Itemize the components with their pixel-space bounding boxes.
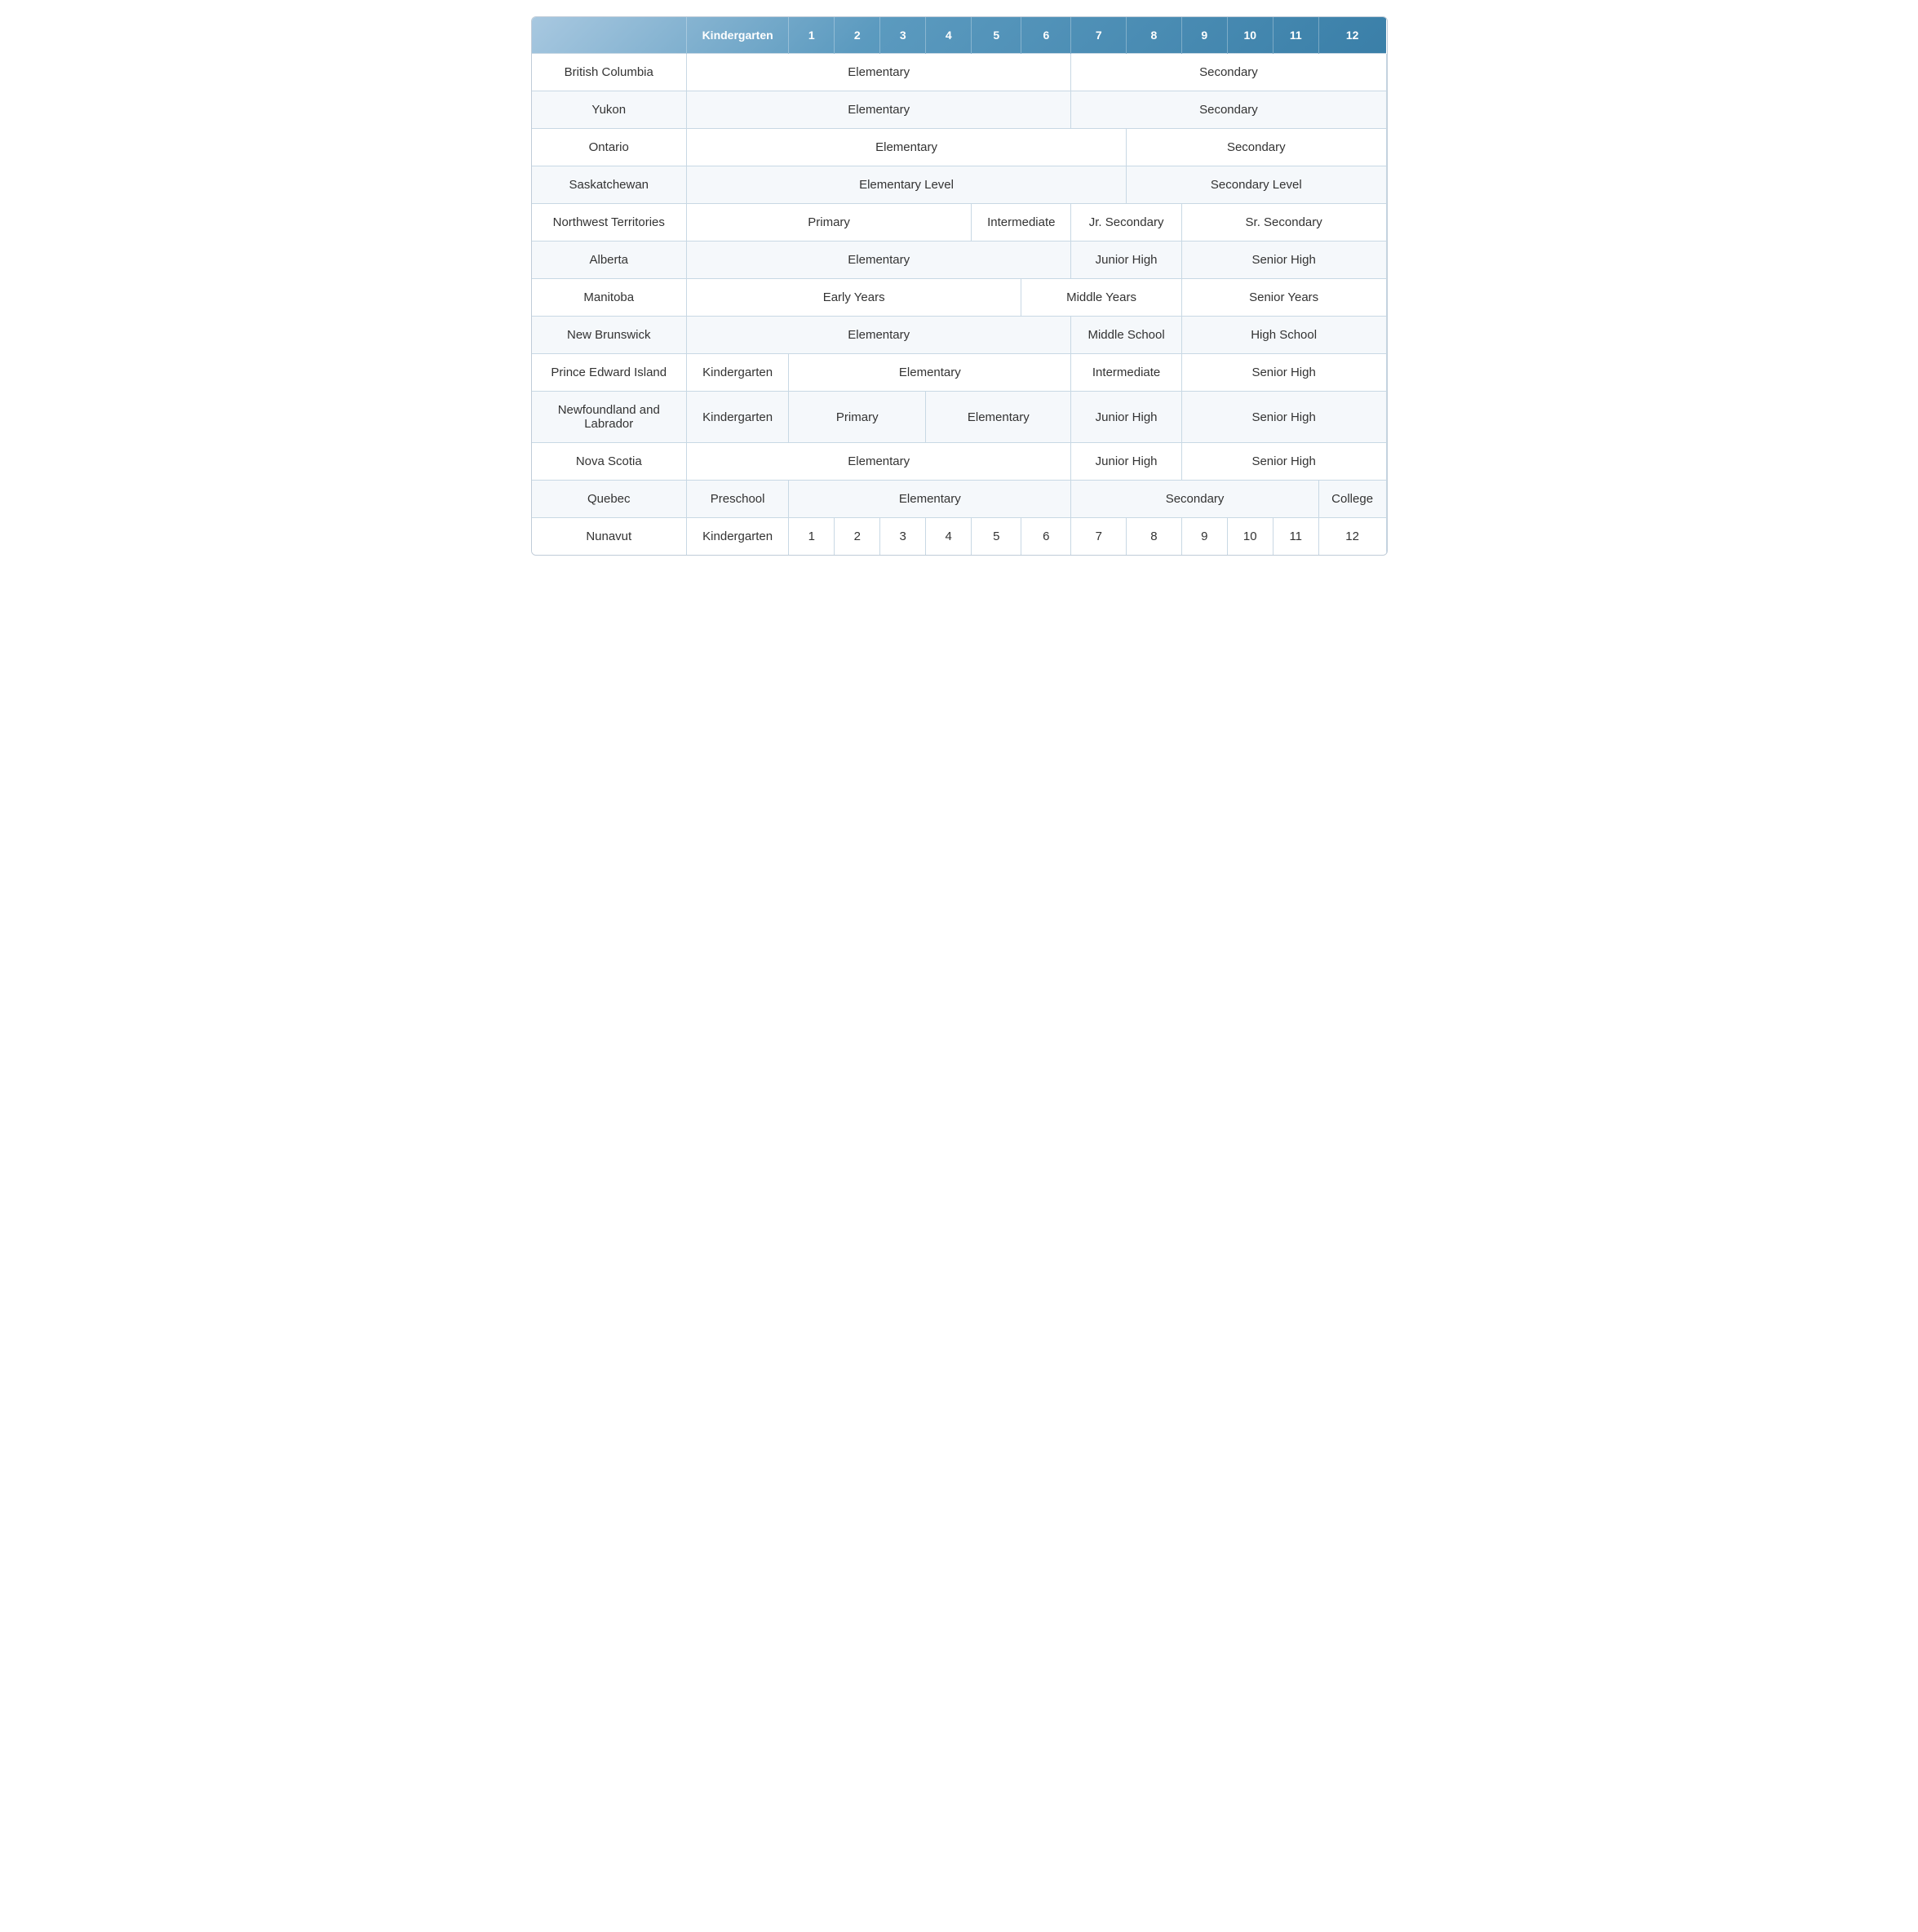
segment-cell: High School (1181, 317, 1386, 354)
segment-cell: Elementary (687, 317, 1071, 354)
segment-cell: 7 (1071, 518, 1127, 556)
segment-cell: Secondary Level (1127, 166, 1386, 204)
province-name: New Brunswick (532, 317, 687, 354)
table-row: Nova ScotiaElementaryJunior HighSenior H… (532, 443, 1387, 481)
segment-cell: Secondary (1071, 54, 1386, 91)
segment-cell: Sr. Secondary (1181, 204, 1386, 242)
province-name: British Columbia (532, 54, 687, 91)
segment-cell: 12 (1318, 518, 1386, 556)
segment-cell: 1 (789, 518, 835, 556)
header-col-11: 11 (1273, 17, 1318, 54)
table-row: Prince Edward IslandKindergartenElementa… (532, 354, 1387, 392)
segment-cell: Elementary (687, 129, 1127, 166)
segment-cell: 2 (835, 518, 880, 556)
header-col-7: 7 (1071, 17, 1127, 54)
province-name: Nova Scotia (532, 443, 687, 481)
province-name: Ontario (532, 129, 687, 166)
table-row: YukonElementarySecondary (532, 91, 1387, 129)
header-col-9: 9 (1181, 17, 1227, 54)
header-col-kindergarten: Kindergarten (687, 17, 789, 54)
table-row: QuebecPreschoolElementarySecondaryColleg… (532, 481, 1387, 518)
table-body: British ColumbiaElementarySecondaryYukon… (532, 54, 1387, 556)
header-col-3: 3 (880, 17, 926, 54)
table-row: British ColumbiaElementarySecondary (532, 54, 1387, 91)
segment-cell: 5 (972, 518, 1021, 556)
table-row: ManitobaEarly YearsMiddle YearsSenior Ye… (532, 279, 1387, 317)
segment-cell: Senior High (1181, 443, 1386, 481)
segment-cell: Elementary Level (687, 166, 1127, 204)
province-name: Alberta (532, 242, 687, 279)
segment-cell: Secondary (1071, 91, 1386, 129)
segment-cell: Intermediate (1071, 354, 1181, 392)
segment-cell: Elementary (926, 392, 1071, 443)
segment-cell: 8 (1127, 518, 1182, 556)
segment-cell: Kindergarten (687, 354, 789, 392)
segment-cell: Elementary (687, 443, 1071, 481)
segment-cell: Senior Years (1181, 279, 1386, 317)
segment-cell: Elementary (687, 242, 1071, 279)
segment-cell: Elementary (687, 54, 1071, 91)
province-name: Manitoba (532, 279, 687, 317)
province-header (532, 17, 687, 54)
header-col-12: 12 (1318, 17, 1386, 54)
segment-cell: Middle Years (1021, 279, 1181, 317)
segment-cell: Junior High (1071, 443, 1181, 481)
segment-cell: Kindergarten (687, 518, 789, 556)
segment-cell: 6 (1021, 518, 1071, 556)
province-name: Prince Edward Island (532, 354, 687, 392)
segment-cell: 9 (1181, 518, 1227, 556)
segment-cell: Preschool (687, 481, 789, 518)
table-header: Kindergarten123456789101112 (532, 17, 1387, 54)
segment-cell: College (1318, 481, 1386, 518)
segment-cell: 11 (1273, 518, 1318, 556)
segment-cell: 10 (1227, 518, 1273, 556)
table-row: Northwest TerritoriesPrimaryIntermediate… (532, 204, 1387, 242)
segment-cell: Senior High (1181, 242, 1386, 279)
province-name: Quebec (532, 481, 687, 518)
header-col-5: 5 (972, 17, 1021, 54)
table-row: Newfoundland and LabradorKindergartenPri… (532, 392, 1387, 443)
header-col-10: 10 (1227, 17, 1273, 54)
segment-cell: Secondary (1127, 129, 1386, 166)
segment-cell: Elementary (789, 354, 1071, 392)
header-col-2: 2 (835, 17, 880, 54)
segment-cell: Kindergarten (687, 392, 789, 443)
segment-cell: Intermediate (972, 204, 1071, 242)
segment-cell: 4 (926, 518, 972, 556)
header-col-6: 6 (1021, 17, 1071, 54)
province-name: Newfoundland and Labrador (532, 392, 687, 443)
grade-system-table: Kindergarten123456789101112 British Colu… (531, 16, 1388, 556)
segment-cell: Primary (687, 204, 972, 242)
segment-cell: Early Years (687, 279, 1021, 317)
segment-cell: Secondary (1071, 481, 1318, 518)
segment-cell: 3 (880, 518, 926, 556)
province-name: Yukon (532, 91, 687, 129)
segment-cell: Junior High (1071, 392, 1181, 443)
table-row: SaskatchewanElementary LevelSecondary Le… (532, 166, 1387, 204)
segment-cell: Elementary (789, 481, 1071, 518)
table-row: NunavutKindergarten123456789101112 (532, 518, 1387, 556)
header-col-1: 1 (789, 17, 835, 54)
segment-cell: Jr. Secondary (1071, 204, 1181, 242)
table-row: OntarioElementarySecondary (532, 129, 1387, 166)
header-col-4: 4 (926, 17, 972, 54)
segment-cell: Elementary (687, 91, 1071, 129)
table-row: AlbertaElementaryJunior HighSenior High (532, 242, 1387, 279)
header-col-8: 8 (1127, 17, 1182, 54)
segment-cell: Primary (789, 392, 926, 443)
segment-cell: Junior High (1071, 242, 1181, 279)
province-name: Saskatchewan (532, 166, 687, 204)
segment-cell: Senior High (1181, 392, 1386, 443)
table-row: New BrunswickElementaryMiddle SchoolHigh… (532, 317, 1387, 354)
province-name: Nunavut (532, 518, 687, 556)
segment-cell: Senior High (1181, 354, 1386, 392)
segment-cell: Middle School (1071, 317, 1181, 354)
province-name: Northwest Territories (532, 204, 687, 242)
